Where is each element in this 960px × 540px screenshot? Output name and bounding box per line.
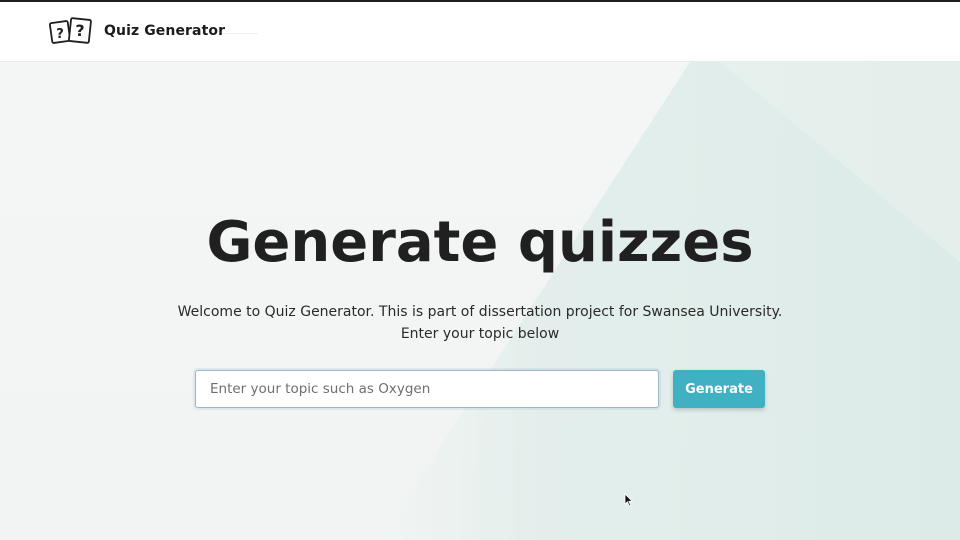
description-line-2: Enter your topic below [400, 326, 560, 342]
description-line-1: Welcome to Quiz Generator. This is part … [177, 304, 783, 320]
topic-input[interactable] [195, 370, 659, 408]
navbar: ? ? Quiz Generator [0, 2, 960, 62]
page-title: Generate quizzes [206, 210, 754, 275]
generate-button[interactable]: Generate [673, 370, 765, 408]
svg-text:?: ? [75, 21, 84, 40]
brand-name: Quiz Generator [104, 23, 226, 39]
question-cards-icon: ? ? [48, 17, 92, 44]
brand-link[interactable]: ? ? Quiz Generator [48, 16, 225, 46]
svg-text:?: ? [56, 27, 64, 42]
nav-divider [222, 33, 258, 34]
hero-section: Generate quizzes Welcome to Quiz Generat… [0, 62, 960, 540]
mouse-cursor-icon [624, 493, 634, 507]
hero-description: Welcome to Quiz Generator. This is part … [0, 301, 960, 345]
quiz-generator-page: ? ? Quiz Generator Generate quizzes Welc… [0, 0, 960, 540]
